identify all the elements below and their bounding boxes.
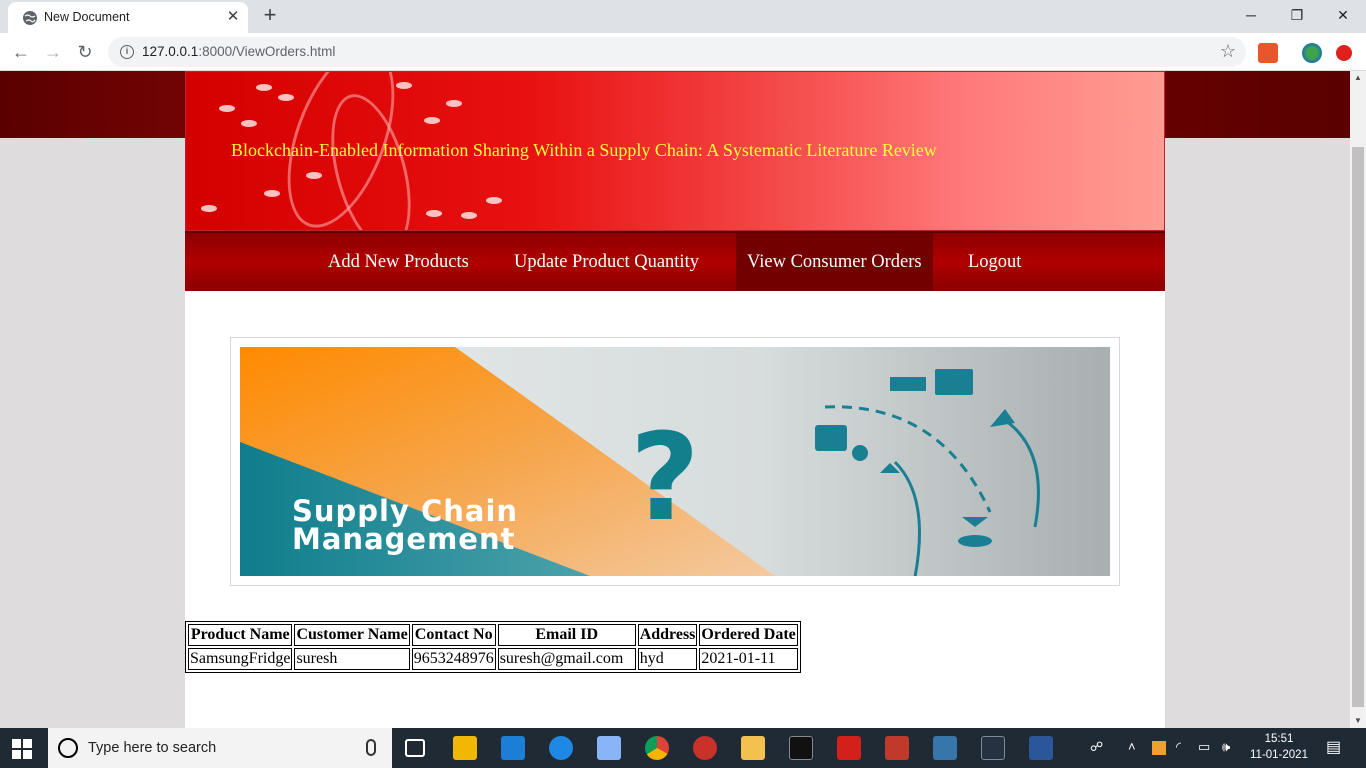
task-view-icon[interactable] xyxy=(405,739,425,757)
address-bar[interactable]: i 127.0.0.1:8000/ViewOrders.html ☆ xyxy=(108,37,1246,67)
python-icon[interactable] xyxy=(933,736,957,760)
heart-decoration xyxy=(256,84,272,91)
store-icon[interactable] xyxy=(453,736,477,760)
menu-add-new-products[interactable]: Add New Products xyxy=(317,233,480,291)
app-red-icon[interactable] xyxy=(693,736,717,760)
command-prompt-icon[interactable] xyxy=(789,736,813,760)
menu-update-product-quantity[interactable]: Update Product Quantity xyxy=(503,233,710,291)
orders-table: Product Name Customer Name Contact No Em… xyxy=(185,621,801,673)
windows-taskbar: Type here to search ☍ ˄ ◜ ▭ 🕪 15:51 11-0… xyxy=(0,728,1366,768)
clock-date: 11-01-2021 xyxy=(1250,749,1308,761)
site-title: Blockchain-Enabled Information Sharing W… xyxy=(231,140,937,160)
banner-question-mark: ? xyxy=(630,409,700,548)
column-header: Customer Name xyxy=(294,624,410,646)
table-cell: suresh@gmail.com xyxy=(497,648,636,670)
browser-toolbar: ← → ↻ i 127.0.0.1:8000/ViewOrders.html ☆ xyxy=(0,33,1366,71)
people-icon[interactable]: ☍ xyxy=(1090,739,1103,755)
table-cell: 2021-01-11 xyxy=(699,648,798,670)
restore-icon[interactable]: ❐ xyxy=(1274,0,1320,30)
page-viewport: Blockchain-Enabled Information Sharing W… xyxy=(0,71,1350,728)
column-header: Product Name xyxy=(188,624,293,646)
tab-title: New Document xyxy=(44,10,130,24)
heart-decoration xyxy=(426,210,442,217)
column-header: Contact No xyxy=(411,624,496,646)
column-header: Email ID xyxy=(497,624,636,646)
table-cell: SamsungFridge xyxy=(188,648,293,670)
table-header-row: Product Name Customer Name Contact No Em… xyxy=(188,624,798,646)
globe-icon xyxy=(23,11,37,25)
acrobat-icon[interactable] xyxy=(837,736,861,760)
heart-decoration xyxy=(446,100,462,107)
heart-decoration xyxy=(424,117,440,124)
menu-logout[interactable]: Logout xyxy=(957,233,1032,291)
browser-tab[interactable]: New Document ✕ xyxy=(8,2,248,33)
heart-decoration xyxy=(461,212,477,219)
scroll-up-icon[interactable]: ▲ xyxy=(1350,71,1366,85)
table-cell: hyd xyxy=(637,648,698,670)
extension-globe-icon[interactable] xyxy=(1302,43,1322,63)
word-icon[interactable] xyxy=(1029,736,1053,760)
heart-decoration xyxy=(219,105,235,112)
table-cell: suresh xyxy=(294,648,410,670)
cortana-icon xyxy=(58,738,78,758)
mysql-icon[interactable] xyxy=(981,736,1005,760)
heart-decoration xyxy=(396,82,412,89)
volume-icon[interactable]: 🕪 xyxy=(1222,739,1230,755)
mail-icon[interactable] xyxy=(501,736,525,760)
battery-icon[interactable]: ▭ xyxy=(1198,739,1210,755)
tray-app-icon[interactable] xyxy=(1152,741,1166,755)
forward-icon[interactable]: → xyxy=(40,39,66,65)
heart-decoration xyxy=(201,205,217,212)
column-header: Address xyxy=(637,624,698,646)
bookmark-star-icon[interactable]: ☆ xyxy=(1220,41,1236,62)
banner-frame: ? Supply Chain Management xyxy=(230,337,1120,586)
reload-icon[interactable]: ↻ xyxy=(72,39,98,65)
tab-strip: New Document ✕ + ─ ❐ ✕ xyxy=(0,0,1366,33)
scroll-down-icon[interactable]: ▼ xyxy=(1350,714,1366,728)
scroll-thumb[interactable] xyxy=(1352,147,1364,707)
url-text[interactable]: 127.0.0.1:8000/ViewOrders.html xyxy=(142,44,335,59)
close-window-icon[interactable]: ✕ xyxy=(1320,0,1366,30)
windows-start-icon[interactable] xyxy=(12,739,32,759)
info-icon[interactable]: i xyxy=(120,45,134,59)
banner-text: Supply Chain Management xyxy=(292,494,519,556)
table-row: SamsungFridge suresh 9653248976 suresh@g… xyxy=(188,648,798,670)
main-menu: Add New Products Update Product Quantity… xyxy=(185,231,1165,291)
heart-decoration xyxy=(486,197,502,204)
file-explorer-icon[interactable] xyxy=(741,736,765,760)
page-wrapper: Blockchain-Enabled Information Sharing W… xyxy=(185,71,1165,728)
app-icon[interactable] xyxy=(597,736,621,760)
extension-off-icon[interactable] xyxy=(1258,43,1278,63)
tray-chevron-icon[interactable]: ˄ xyxy=(1128,739,1136,754)
supply-chain-banner-image: ? Supply Chain Management xyxy=(240,347,1110,576)
heart-decoration xyxy=(264,190,280,197)
app-paint-icon[interactable] xyxy=(885,736,909,760)
heart-decoration xyxy=(278,94,294,101)
chrome-icon[interactable] xyxy=(645,736,669,760)
extension-upload-icon[interactable] xyxy=(1336,45,1352,61)
microphone-icon[interactable] xyxy=(366,739,376,756)
taskbar-search-box[interactable]: Type here to search xyxy=(48,728,392,768)
table-cell: 9653248976 xyxy=(411,648,496,670)
back-icon[interactable]: ← xyxy=(8,39,34,65)
edge-icon[interactable] xyxy=(549,736,573,760)
heart-decoration xyxy=(306,172,322,179)
network-icon[interactable]: ◜ xyxy=(1176,739,1181,755)
column-header: Ordered Date xyxy=(699,624,798,646)
heart-decoration xyxy=(241,120,257,127)
close-tab-icon[interactable]: ✕ xyxy=(224,8,242,26)
minimize-icon[interactable]: ─ xyxy=(1228,0,1274,30)
page-scrollbar[interactable]: ▲ ▼ xyxy=(1350,71,1366,728)
new-tab-icon[interactable]: + xyxy=(258,4,282,28)
taskbar-search-placeholder: Type here to search xyxy=(88,740,217,756)
clock-time: 15:51 xyxy=(1264,733,1294,745)
notifications-icon[interactable]: ▤ xyxy=(1326,737,1341,757)
taskbar-clock[interactable]: 15:51 11-01-2021 xyxy=(1248,731,1310,763)
site-header: Blockchain-Enabled Information Sharing W… xyxy=(185,71,1165,231)
menu-view-consumer-orders[interactable]: View Consumer Orders xyxy=(736,233,933,291)
